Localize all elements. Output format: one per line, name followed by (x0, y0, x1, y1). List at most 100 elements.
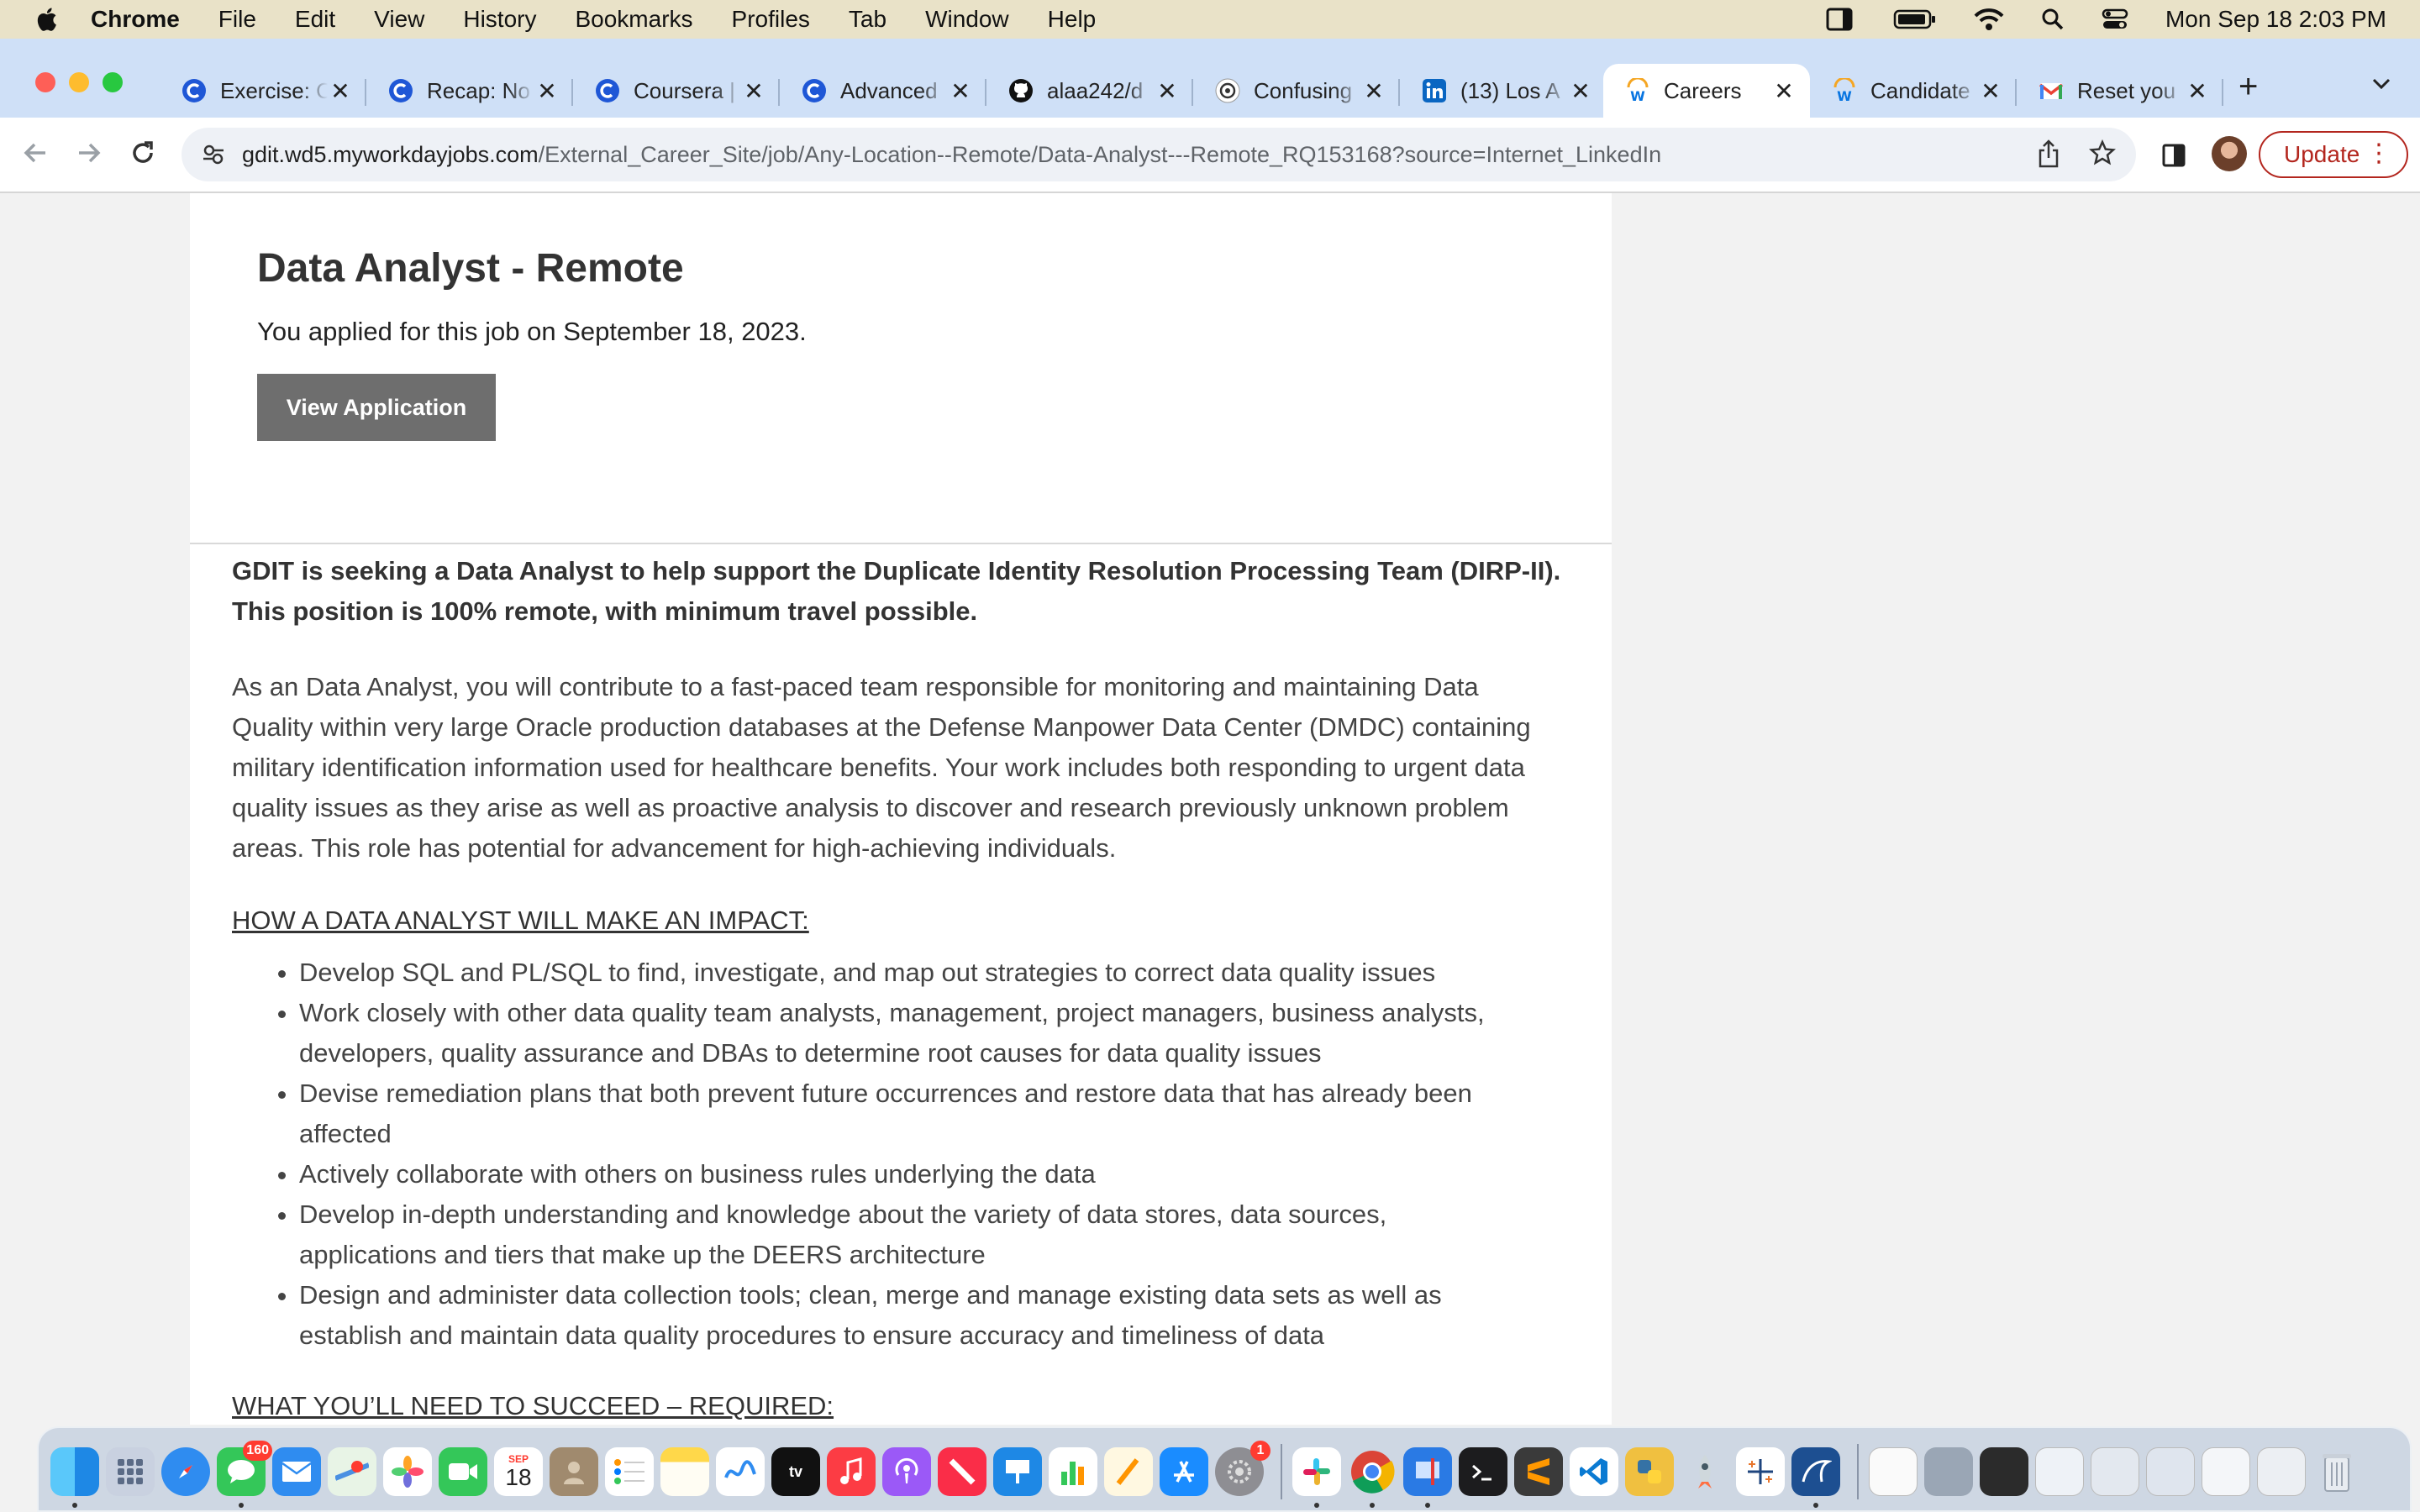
forward-arrow-icon[interactable] (74, 138, 104, 172)
close-tab-icon[interactable]: ✕ (1771, 77, 1797, 105)
share-icon[interactable] (2037, 139, 2060, 172)
close-window-button[interactable] (35, 72, 55, 92)
tab-github[interactable]: alaa242/d ✕ (986, 64, 1193, 118)
tab-gmail[interactable]: Reset you ✕ (2017, 64, 2223, 118)
downloads-stack-icon[interactable] (1924, 1447, 1973, 1496)
news-icon[interactable] (938, 1447, 986, 1496)
window-thumbnail-icon[interactable] (2202, 1447, 2250, 1496)
tab-title: Coursera | (634, 77, 735, 103)
tableau-icon[interactable] (1736, 1447, 1785, 1496)
contacts-icon[interactable] (550, 1447, 598, 1496)
tab-candidate[interactable]: W Candidate ✕ (1810, 64, 2017, 118)
keynote-icon[interactable] (993, 1447, 1042, 1496)
system-settings-icon[interactable]: 1 (1215, 1441, 1270, 1496)
finder-icon[interactable] (50, 1447, 99, 1508)
profile-avatar[interactable] (2212, 136, 2247, 171)
tab-careers[interactable]: W Careers ✕ (1603, 64, 1810, 118)
calendar-icon[interactable]: SEP 18 (494, 1447, 543, 1496)
close-tab-icon[interactable]: ✕ (1361, 77, 1386, 105)
window-thumbnail-icon[interactable] (2146, 1447, 2195, 1496)
close-tab-icon[interactable]: ✕ (328, 77, 353, 105)
document-thumbnail-icon[interactable] (1869, 1447, 1918, 1496)
mysql-workbench-icon[interactable] (1791, 1447, 1840, 1508)
tab-coursera[interactable]: Coursera | ✕ (573, 64, 780, 118)
freeform-icon[interactable] (716, 1447, 765, 1496)
screenshot-thumbnail-icon[interactable] (1980, 1447, 2028, 1496)
url-text[interactable]: gdit.wd5.myworkdayjobs.com/External_Care… (242, 142, 1661, 168)
mail-icon[interactable] (272, 1447, 321, 1496)
microsoft-remote-icon[interactable] (1403, 1447, 1452, 1508)
chrome-icon[interactable] (1348, 1447, 1397, 1508)
bookmark-star-icon[interactable] (2088, 139, 2117, 172)
app-store-icon[interactable] (1160, 1447, 1208, 1496)
control-center-icon[interactable] (2102, 8, 2128, 31)
menu-tab[interactable]: Tab (849, 6, 886, 33)
apple-tv-icon[interactable]: tv (771, 1447, 820, 1496)
slack-icon[interactable] (1292, 1447, 1341, 1508)
menu-bookmarks[interactable]: Bookmarks (575, 6, 692, 33)
messages-icon[interactable]: 160 (217, 1441, 272, 1508)
tab-linkedin[interactable]: (13) Los A ✕ (1400, 64, 1607, 118)
podcasts-icon[interactable] (882, 1447, 931, 1496)
tab-chatgpt[interactable]: Confusing ✕ (1193, 64, 1400, 118)
tab-search-chevron-down-icon[interactable] (2371, 77, 2391, 95)
file-thumbnail-icon[interactable] (2035, 1447, 2084, 1496)
numbers-icon[interactable] (1049, 1447, 1097, 1496)
required-heading: WHAT YOU’LL NEED TO SUCCEED – REQUIRED: (232, 1391, 834, 1420)
more-vertical-icon[interactable]: ⋮ (2366, 141, 2391, 166)
address-bar[interactable]: gdit.wd5.myworkdayjobs.com/External_Care… (182, 128, 2136, 181)
menu-window[interactable]: Window (925, 6, 1009, 33)
menu-history[interactable]: History (463, 6, 536, 33)
python-launcher-icon[interactable] (1625, 1447, 1674, 1496)
close-tab-icon[interactable]: ✕ (1568, 77, 1593, 105)
launchpad-icon[interactable] (106, 1447, 155, 1496)
menubar-clock[interactable]: Mon Sep 18 2:03 PM (2165, 6, 2386, 33)
pages-icon[interactable] (1104, 1447, 1153, 1496)
close-tab-icon[interactable]: ✕ (1155, 77, 1180, 105)
zoom-window-button[interactable] (103, 72, 123, 92)
back-arrow-icon[interactable] (20, 138, 50, 172)
minimize-window-button[interactable] (69, 72, 89, 92)
music-icon[interactable] (827, 1447, 876, 1496)
tab-advanced[interactable]: Advanced ✕ (780, 64, 986, 118)
close-tab-icon[interactable]: ✕ (534, 77, 560, 105)
close-tab-icon[interactable]: ✕ (1978, 77, 2003, 105)
safari-icon[interactable] (161, 1447, 210, 1496)
apple-logo-icon[interactable] (34, 5, 62, 34)
tab-exercise[interactable]: Exercise: C ✕ (160, 64, 366, 118)
menu-file[interactable]: File (218, 6, 256, 33)
menu-profiles[interactable]: Profiles (732, 6, 810, 33)
menu-edit[interactable]: Edit (295, 6, 335, 33)
site-info-icon[interactable] (202, 143, 225, 166)
trash-icon[interactable] (2312, 1447, 2361, 1496)
notes-icon[interactable] (660, 1447, 709, 1496)
reminders-icon[interactable] (605, 1447, 654, 1496)
menu-app-name[interactable]: Chrome (91, 6, 180, 33)
impact-heading: HOW A DATA ANALYST WILL MAKE AN IMPACT: (232, 906, 809, 935)
window-thumbnail-icon[interactable] (2257, 1447, 2306, 1496)
side-panel-icon[interactable] (2161, 143, 2186, 172)
wifi-icon[interactable] (1974, 8, 2004, 31)
terminal-icon[interactable] (1459, 1447, 1507, 1496)
menu-help[interactable]: Help (1048, 6, 1097, 33)
close-tab-icon[interactable]: ✕ (741, 77, 766, 105)
view-application-button[interactable]: View Application (257, 374, 496, 441)
close-tab-icon[interactable]: ✕ (948, 77, 973, 105)
update-chrome-button[interactable]: Update ⋮ (2259, 131, 2408, 178)
rocket-app-icon[interactable] (1681, 1447, 1729, 1496)
display-mirroring-icon[interactable] (1826, 7, 1856, 32)
maps-icon[interactable] (328, 1447, 376, 1496)
new-tab-plus-icon[interactable]: + (2238, 70, 2258, 103)
facetime-icon[interactable] (439, 1447, 487, 1496)
menu-view[interactable]: View (374, 6, 424, 33)
spotlight-search-icon[interactable] (2041, 8, 2065, 31)
battery-icon[interactable] (1893, 8, 1937, 30)
sublime-text-icon[interactable] (1514, 1447, 1563, 1496)
vscode-icon[interactable] (1570, 1447, 1618, 1496)
close-tab-icon[interactable]: ✕ (2185, 77, 2210, 105)
tab-recap[interactable]: Recap: No ✕ (366, 64, 573, 118)
list-item: Design and administer data collection to… (299, 1275, 1566, 1356)
photos-icon[interactable] (383, 1447, 432, 1496)
reload-icon[interactable] (128, 138, 158, 172)
window-thumbnail-icon[interactable] (2091, 1447, 2139, 1496)
